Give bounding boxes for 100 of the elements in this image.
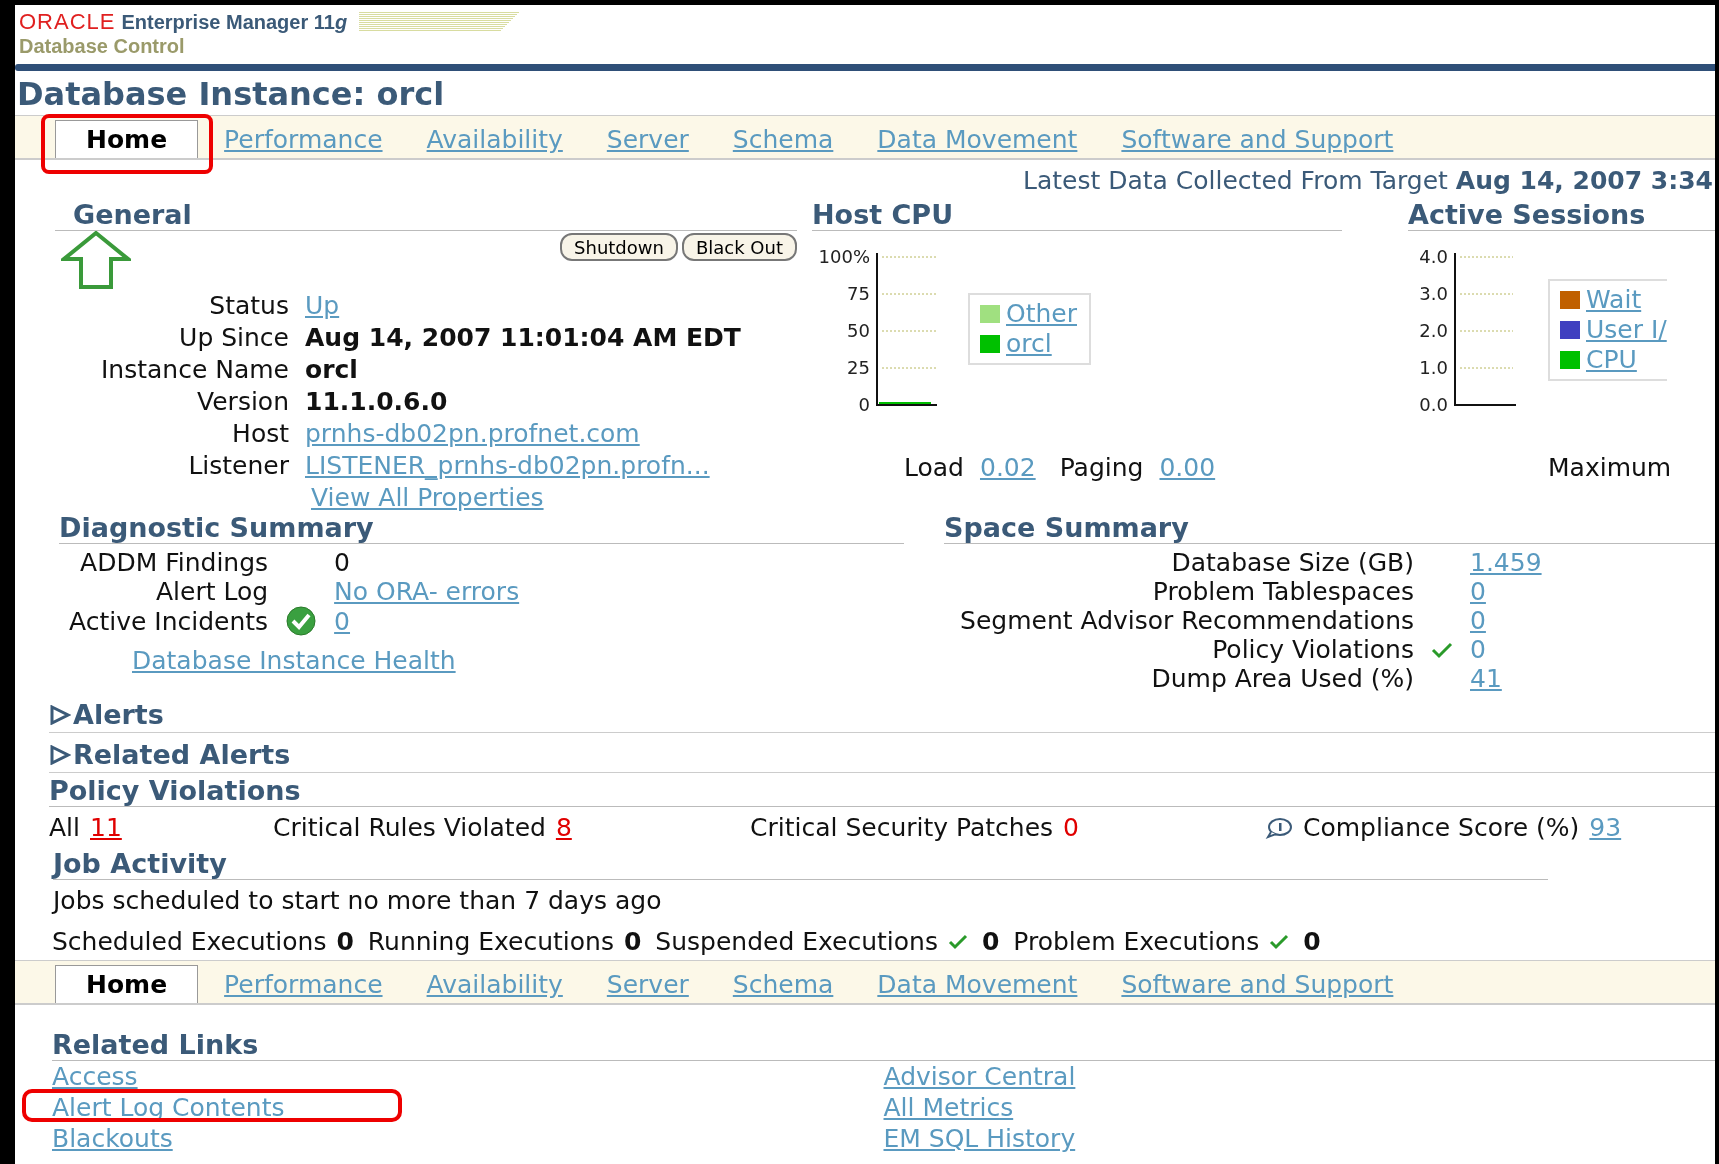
- field-value: orcl: [305, 355, 359, 384]
- stat-label: Maximum: [1547, 453, 1673, 482]
- section-heading[interactable]: Related Alerts: [73, 739, 291, 770]
- related-link[interactable]: Access: [52, 1061, 138, 1092]
- axis-tick-label: 50: [847, 320, 870, 341]
- field-label: Active Incidents: [69, 606, 269, 636]
- health-link[interactable]: Database Instance Health: [132, 646, 456, 675]
- field-value: 11.1.0.6.0: [305, 387, 449, 416]
- field-value: 0: [334, 548, 351, 577]
- tab[interactable]: Software and Support: [1099, 966, 1416, 1003]
- field-label: Listener: [187, 451, 289, 480]
- related-link[interactable]: All Metrics: [883, 1092, 1014, 1123]
- metric-value: 0: [981, 927, 1000, 956]
- tab[interactable]: Performance: [202, 121, 405, 158]
- field-label: ADDM Findings: [79, 548, 269, 577]
- tab[interactable]: Data Movement: [855, 121, 1100, 158]
- metric-label: Critical Rules Violated: [273, 813, 546, 842]
- action-button[interactable]: Shutdown: [560, 233, 678, 261]
- field-link[interactable]: 0: [1470, 577, 1486, 606]
- expand-triangle-icon[interactable]: [49, 744, 71, 765]
- tab[interactable]: Availability: [404, 966, 585, 1003]
- field-link[interactable]: 1.459: [1470, 548, 1542, 577]
- tab[interactable]: Software and Support: [1099, 121, 1416, 158]
- section-heading: Active Sessions: [1408, 199, 1715, 231]
- field-label: Policy Violations: [1211, 635, 1414, 664]
- metric-label: Scheduled Executions: [52, 927, 327, 956]
- field-label: Status: [208, 291, 289, 320]
- field-value: 0: [1470, 635, 1486, 664]
- metric-label: Running Executions: [367, 927, 614, 956]
- latest-data-label: Latest Data Collected From Target: [1023, 166, 1448, 195]
- field-label: Dump Area Used (%): [1150, 664, 1414, 693]
- metric-label: Suspended Executions: [655, 927, 938, 956]
- legend-link[interactable]: User I/: [1586, 315, 1667, 345]
- axis-tick-label: 75: [847, 283, 870, 304]
- metric-link[interactable]: 93: [1589, 813, 1622, 842]
- field-link[interactable]: 0: [334, 606, 520, 636]
- tab[interactable]: Server: [584, 121, 711, 158]
- job-note: Jobs scheduled to start no more than 7 days ago: [53, 886, 663, 915]
- stat-link[interactable]: 0.00: [1159, 453, 1216, 482]
- field-link[interactable]: 0: [1470, 606, 1486, 635]
- axis-tick-label: 1.0: [1419, 357, 1448, 378]
- info-icon: [1265, 816, 1293, 839]
- tab[interactable]: Availability: [404, 121, 585, 158]
- field-label: Alert Log: [155, 577, 269, 606]
- section-heading: Policy Violations: [49, 775, 1715, 807]
- stat-label: Load: [904, 453, 964, 482]
- metric-value: 0: [1063, 813, 1079, 842]
- section-heading: General: [55, 199, 797, 231]
- legend-link[interactable]: Other: [1006, 299, 1077, 329]
- product-name: Enterprise Manager 11g: [121, 10, 348, 34]
- metric-label: Critical Security Patches: [750, 813, 1054, 842]
- tab[interactable]: Server: [584, 966, 711, 1003]
- legend-link[interactable]: orcl: [1006, 329, 1052, 359]
- axis-tick-label: 0: [858, 394, 870, 415]
- section-heading[interactable]: Alerts: [73, 699, 164, 730]
- legend-link[interactable]: Wait: [1586, 285, 1642, 315]
- section-heading: Space Summary: [944, 512, 1715, 544]
- tab[interactable]: Performance: [202, 966, 405, 1003]
- field-link[interactable]: No ORA- errors: [334, 577, 520, 606]
- view-all-link[interactable]: View All Properties: [305, 483, 797, 512]
- section-heading: Host CPU: [812, 199, 1342, 231]
- field-link[interactable]: Up: [305, 291, 797, 320]
- axis-tick-label: 25: [847, 357, 870, 378]
- metric-value: 0: [336, 927, 354, 956]
- checkmark-icon: [947, 933, 968, 950]
- oracle-logo: ORACLE: [19, 9, 116, 35]
- action-button[interactable]: Black Out: [681, 233, 797, 261]
- field-label: Database Size (GB): [1170, 548, 1414, 577]
- checkmark-icon: [1431, 640, 1453, 659]
- field-link[interactable]: LISTENER_prnhs-db02pn.profn...: [305, 451, 797, 480]
- check-circle-icon: [284, 606, 319, 636]
- metric-label: Compliance Score (%): [1303, 813, 1580, 842]
- related-link[interactable]: EM SQL History: [883, 1123, 1076, 1154]
- checkmark-icon: [1269, 933, 1290, 950]
- metric-link[interactable]: 8: [555, 813, 572, 842]
- section-heading: Job Activity: [53, 848, 1548, 880]
- product-subtitle: Database Control: [19, 35, 186, 58]
- legend-link[interactable]: CPU: [1586, 345, 1637, 375]
- metric-link[interactable]: 11: [90, 813, 122, 842]
- field-label: Up Since: [178, 323, 289, 352]
- field-value: Aug 14, 2007 11:01:04 AM EDT: [305, 323, 742, 352]
- related-link[interactable]: Advisor Central: [883, 1061, 1076, 1092]
- tab[interactable]: Home: [55, 120, 199, 158]
- axis-tick-label: 4.0: [1419, 249, 1448, 267]
- axis-tick-label: 100%: [818, 249, 870, 267]
- metric-label: All: [49, 813, 80, 842]
- tab[interactable]: Schema: [710, 121, 856, 158]
- expand-triangle-icon[interactable]: [49, 704, 71, 725]
- stat-label: Paging: [1059, 453, 1144, 482]
- tab[interactable]: Schema: [710, 966, 856, 1003]
- metric-value: 0: [623, 927, 642, 956]
- field-link[interactable]: prnhs-db02pn.profnet.com: [305, 419, 797, 448]
- field-link[interactable]: 41: [1470, 664, 1502, 693]
- axis-tick-label: 0.0: [1419, 394, 1448, 415]
- related-link[interactable]: Blackouts: [52, 1123, 173, 1154]
- data-line: [879, 402, 931, 404]
- tab[interactable]: Data Movement: [855, 966, 1100, 1003]
- tab[interactable]: Home: [55, 965, 199, 1003]
- stat-link[interactable]: 0.02: [980, 453, 1036, 482]
- section-heading: Related Links: [52, 1029, 1715, 1061]
